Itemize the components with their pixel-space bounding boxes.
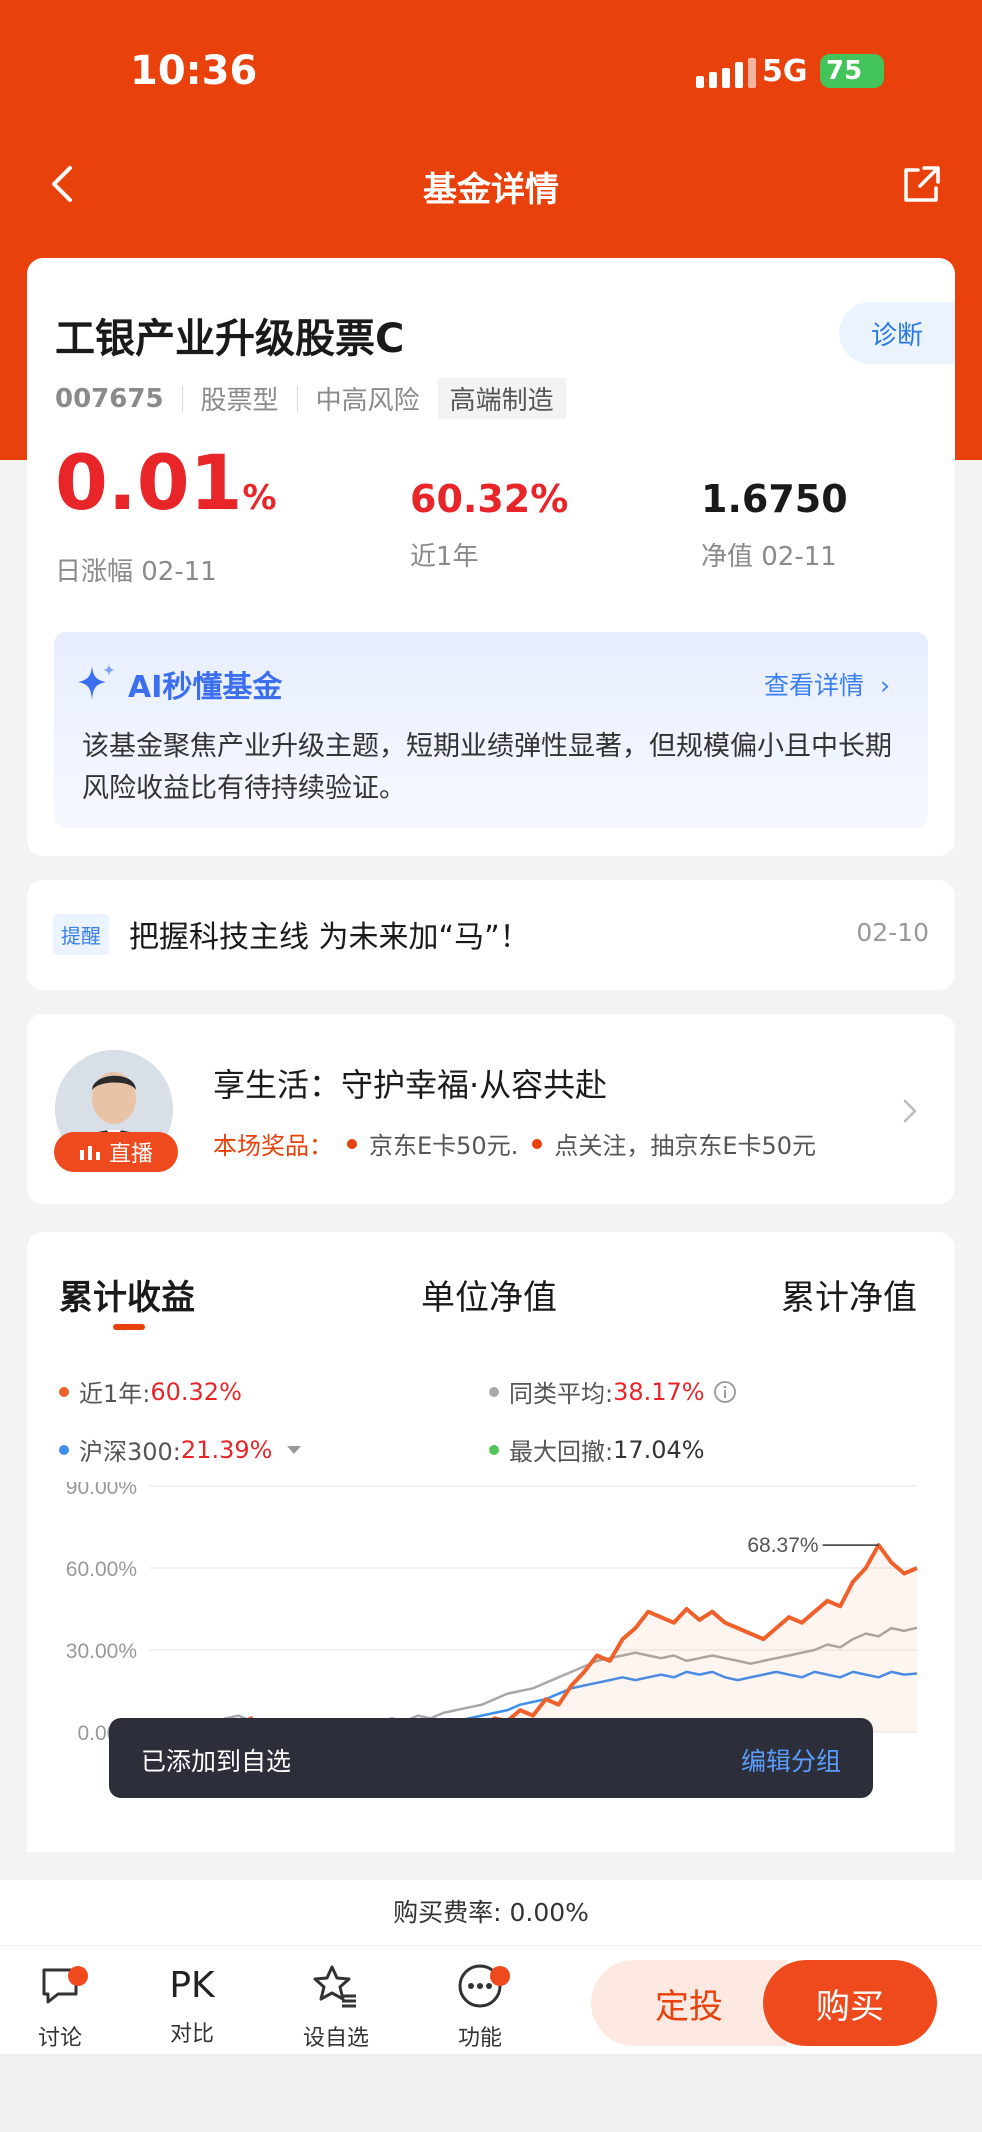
daily-change-label: 日涨幅 02-11 [55, 557, 217, 587]
y-tick-label: 30.00% [66, 1640, 137, 1663]
bullet-dot [347, 1138, 357, 1149]
tab-unit-nav[interactable]: 单位净值 [421, 1270, 557, 1319]
battery-level: 75 [826, 56, 863, 86]
legend-drawdown-label: 最大回撤: [509, 1438, 614, 1466]
add-watchlist-button[interactable]: 设自选 [286, 1962, 386, 2052]
legend-index-label: 沪深300: [79, 1438, 181, 1466]
live-badge: 直播 [54, 1132, 178, 1172]
caret-down-icon [287, 1445, 302, 1454]
compare-button[interactable]: PK 对比 [142, 1962, 242, 2048]
reminder-date: 02-10 [856, 918, 929, 947]
watchlist-label: 设自选 [302, 2026, 369, 2051]
daily-change-unit: % [242, 478, 277, 518]
toast-message: 已添加到自选 [141, 1747, 292, 1776]
ai-view-details-link[interactable]: 查看详情 › [764, 666, 890, 702]
legend-fund-label: 近1年: [79, 1380, 151, 1408]
fund-overview-card: 工银产业升级股票C 诊断 007675 股票型 中高风险 高端制造 0.01% … [27, 258, 955, 856]
legend-drawdown-value: 17.04% [613, 1435, 705, 1464]
fund-code: 007675 [55, 383, 164, 414]
fund-name: 工银产业升级股票C [55, 316, 405, 362]
legend-dot [59, 1386, 69, 1397]
legend-fund: 近1年: 60.32% [59, 1374, 242, 1409]
year-return-value: 60.32% [410, 477, 569, 521]
legend-index-value: 21.39% [180, 1435, 273, 1464]
edit-group-link[interactable]: 编辑分组 [741, 1742, 841, 1778]
prize-item: 点关注，抽京东E卡50元 [554, 1132, 817, 1160]
y-tick-label: 60.00% [66, 1558, 137, 1581]
chevron-right-icon [903, 1099, 917, 1123]
prize-item: 京东E卡50元. [369, 1132, 519, 1160]
chevron-right-icon: › [880, 671, 890, 700]
live-badge-label: 直播 [108, 1142, 153, 1167]
diagnose-button[interactable]: 诊断 [839, 302, 955, 364]
tab-cumulative-nav[interactable]: 累计净值 [781, 1270, 917, 1319]
nav-stat: 1.6750 净值 02-11 [701, 470, 848, 573]
reminder-tag: 提醒 [53, 914, 109, 955]
info-icon[interactable] [713, 1380, 737, 1404]
buy-button[interactable]: 购买 [763, 1960, 937, 2046]
fund-tags: 007675 股票型 中高风险 高端制造 [55, 378, 566, 419]
legend-fund-value: 60.32% [150, 1377, 242, 1406]
legend-peer: 同类平均: 38.17% [489, 1374, 737, 1409]
live-prizes: 本场奖品： 京东E卡50元. 点关注，抽京东E卡50元 [213, 1126, 816, 1161]
toast-notification: 已添加到自选 编辑分组 [109, 1718, 873, 1798]
page-title: 基金详情 [423, 170, 559, 210]
share-icon[interactable] [900, 164, 942, 206]
bottom-action-bar: 讨论 PK 对比 设自选 功能 定投 购买 [0, 1946, 982, 2054]
discuss-button[interactable]: 讨论 [10, 1962, 110, 2052]
fund-risk: 中高风险 [315, 386, 420, 416]
prize-label: 本场奖品： [213, 1132, 333, 1160]
y-tick-label: 90.00% [66, 1482, 137, 1499]
legend-dot [489, 1444, 499, 1455]
legend-dot [59, 1444, 69, 1455]
active-tab-indicator [113, 1324, 145, 1330]
pk-icon: PK [169, 1965, 215, 2006]
notification-dot [490, 1966, 510, 1986]
ai-summary-title: AI秒懂基金 [128, 670, 283, 705]
functions-label: 功能 [457, 2026, 502, 2051]
notification-dot [68, 1966, 88, 1986]
auto-invest-button[interactable]: 定投 [591, 1960, 787, 2046]
bullet-dot [532, 1138, 543, 1149]
compare-label: 对比 [169, 2022, 214, 2047]
network-type: 5G [762, 54, 808, 89]
daily-change-value: 0.01 [55, 438, 243, 527]
fund-type: 股票型 [200, 386, 279, 416]
purchase-fee-bar: 购买费率: 0.00% [0, 1880, 982, 1946]
status-bar: 10:36 5G 75 [0, 0, 982, 140]
live-bars-icon [79, 1146, 100, 1160]
signal-icon [696, 58, 756, 88]
battery-icon: 75 [820, 54, 884, 88]
nav-label: 净值 02-11 [701, 542, 837, 572]
legend-drawdown: 最大回撤: 17.04% [489, 1432, 705, 1467]
ai-summary-text: 该基金聚焦产业升级主题，短期业绩弹性显著，但规模偏小且中长期风险收益比有待持续验… [82, 731, 892, 804]
more-functions-button[interactable]: 功能 [430, 1962, 530, 2052]
legend-dot [489, 1386, 499, 1397]
home-indicator-area [0, 2054, 982, 2132]
legend-peer-value: 38.17% [613, 1377, 705, 1406]
peak-annotation: 68.37% [747, 1534, 818, 1557]
reminder-text: 把握科技主线 为未来加“马”！ [129, 920, 530, 955]
year-return-label: 近1年 [410, 542, 479, 572]
tab-cumulative-return[interactable]: 累计收益 [59, 1270, 195, 1319]
daily-change-stat: 0.01% 日涨幅 02-11 [55, 438, 277, 588]
ai-summary-box[interactable]: AI秒懂基金 查看详情 › 该基金聚焦产业升级主题，短期业绩弹性显著，但规模偏小… [54, 632, 928, 828]
legend-peer-label: 同类平均: [509, 1380, 614, 1408]
fund-theme-tag[interactable]: 高端制造 [437, 378, 566, 419]
ai-view-details-label: 查看详情 [764, 671, 865, 700]
divider [181, 385, 183, 412]
live-stream-card[interactable]: 直播 享生活：守护幸福·从容共赴 本场奖品： 京东E卡50元. 点关注，抽京东E… [27, 1014, 955, 1204]
divider [296, 385, 298, 412]
ai-sparkle-icon [78, 664, 115, 700]
live-title: 享生活：守护幸福·从容共赴 [213, 1066, 608, 1104]
star-list-icon [313, 1965, 356, 2008]
year-return-stat: 60.32% 近1年 [410, 470, 568, 573]
reminder-card[interactable]: 提醒 把握科技主线 为未来加“马”！ 02-10 [27, 880, 955, 990]
nav-value: 1.6750 [701, 477, 848, 521]
legend-index[interactable]: 沪深300: 21.39% [59, 1432, 302, 1467]
discuss-label: 讨论 [37, 2026, 82, 2051]
status-time: 10:36 [130, 48, 258, 94]
